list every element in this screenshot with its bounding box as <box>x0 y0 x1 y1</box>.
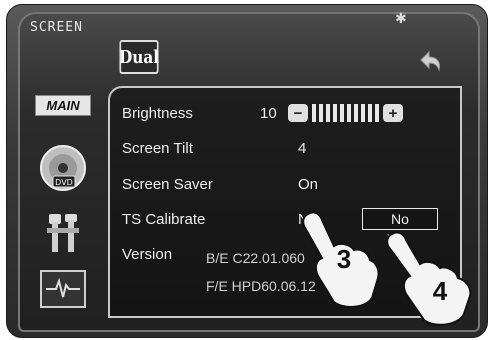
bluetooth-icon: ✱ <box>395 10 407 26</box>
level-tick <box>319 104 323 122</box>
callout-number-4: 4 <box>433 276 448 306</box>
level-tick <box>326 104 330 122</box>
tab-main-label: MAIN <box>35 94 91 116</box>
tab-tools[interactable] <box>22 204 104 262</box>
back-arrow-icon <box>420 50 440 72</box>
tools-icon <box>47 214 79 252</box>
svg-text:DVD: DVD <box>55 178 73 187</box>
level-tick <box>354 104 358 122</box>
brightness-level-ticks <box>312 104 379 122</box>
screen-tilt-label: Screen Tilt <box>122 140 193 157</box>
brightness-slider[interactable]: − + <box>288 104 403 122</box>
brightness-minus-button[interactable]: − <box>288 104 308 122</box>
waveform-icon <box>46 277 80 298</box>
brand-logo: Dual <box>119 40 159 74</box>
tab-dvd[interactable]: DVD <box>22 138 104 198</box>
screen-tilt-value[interactable]: 4 <box>298 140 306 157</box>
level-tick <box>333 104 337 122</box>
version-label: Version <box>122 246 173 263</box>
brightness-label: Brightness <box>122 105 193 122</box>
brightness-plus-button[interactable]: + <box>383 104 403 122</box>
screen-saver-label: Screen Saver <box>122 176 213 193</box>
waveform-frame <box>40 270 86 308</box>
ts-calibrate-label: TS Calibrate <box>122 211 206 228</box>
callout-hand-4: 4 <box>386 231 472 326</box>
callout-number-3: 3 <box>337 244 351 274</box>
callout-hand-3: 3 <box>302 211 380 308</box>
level-tick <box>312 104 316 122</box>
sidebar: MAIN DVD <box>22 80 104 320</box>
screen-saver-value[interactable]: On <box>298 176 318 193</box>
tab-waveform[interactable] <box>22 264 104 314</box>
dvd-disc-icon: DVD <box>40 145 86 191</box>
tab-main[interactable]: MAIN <box>22 90 104 120</box>
version-be: B/E C22.01.060 <box>206 250 305 266</box>
level-tick <box>368 104 372 122</box>
level-tick <box>361 104 365 122</box>
back-button[interactable] <box>415 48 445 74</box>
level-tick <box>375 104 379 122</box>
brightness-value: 10 <box>260 105 277 122</box>
level-tick <box>340 104 344 122</box>
level-tick <box>347 104 351 122</box>
page-title: SCREEN <box>30 20 83 35</box>
